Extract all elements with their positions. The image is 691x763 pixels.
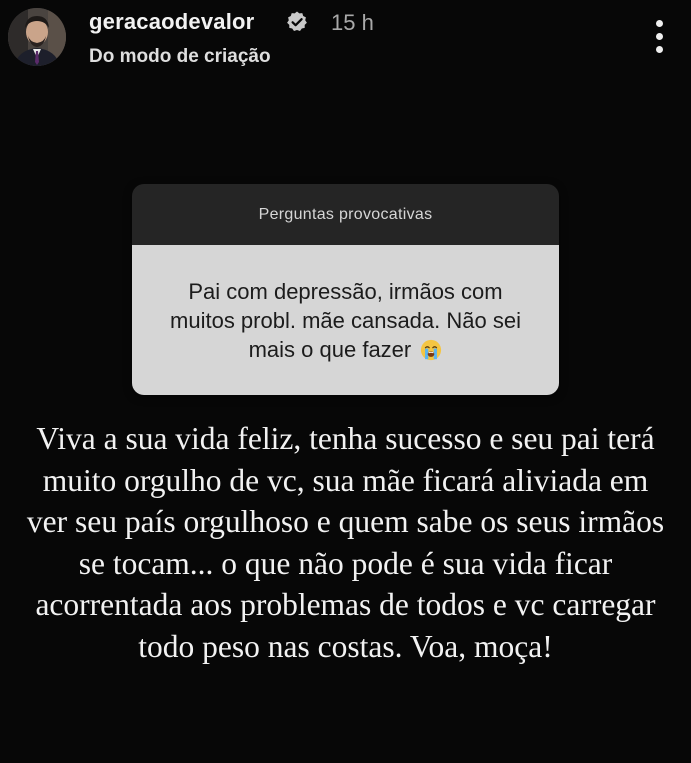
more-dot (656, 46, 663, 53)
avatar-image (8, 8, 66, 66)
loudly-crying-face-emoji (421, 339, 442, 360)
story-subtitle: Do modo de criação (89, 46, 271, 67)
more-dot (656, 33, 663, 40)
question-text: Pai com depressão, irmãos com muitos pro… (170, 278, 521, 362)
question-card-title: Perguntas provocativas (132, 184, 559, 245)
story-response-text: Viva a sua vida feliz, tenha sucesso e s… (26, 421, 665, 664)
verified-badge-icon (287, 11, 307, 31)
question-card-body: Pai com depressão, irmãos com muitos pro… (132, 245, 559, 395)
more-dot (656, 20, 663, 27)
question-card: Perguntas provocativas Pai com depressão… (132, 184, 559, 395)
post-time: 15 h (331, 10, 374, 35)
story-header: geracaodevalor 15 h Do modo de criação (0, 0, 691, 80)
profile-avatar[interactable] (8, 8, 66, 66)
username[interactable]: geracaodevalor (89, 9, 254, 35)
question-text-wrapper: Pai com depressão, irmãos com muitos pro… (158, 277, 533, 364)
more-vertical-icon[interactable] (647, 18, 673, 56)
